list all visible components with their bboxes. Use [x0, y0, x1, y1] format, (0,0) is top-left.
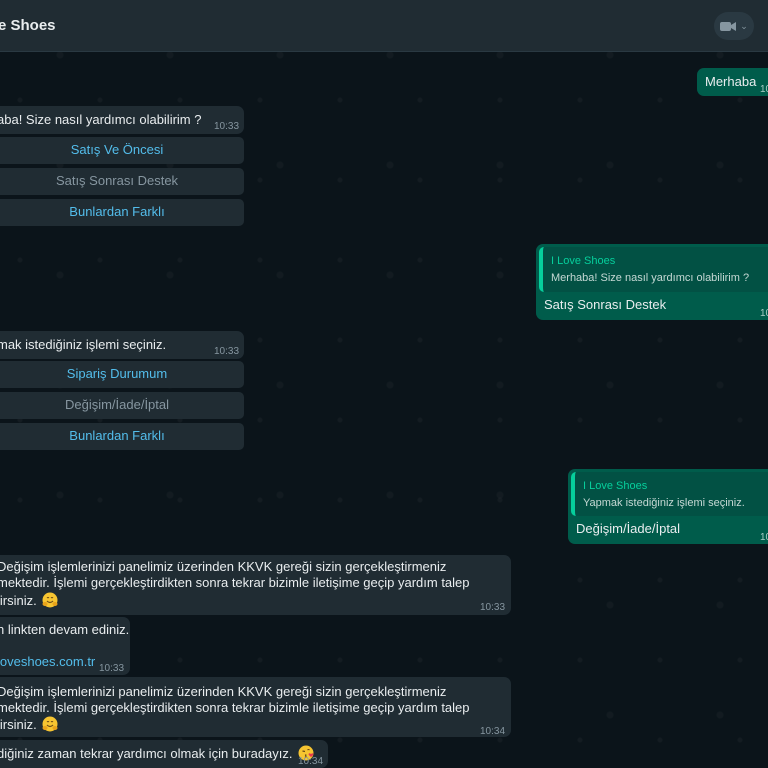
incoming-message[interactable]: Değişim işlemlerinizi panelimiz üzerinde… — [0, 677, 511, 737]
message-time: 10: — [760, 84, 768, 95]
message-text: Satış Sonrası Destek — [544, 297, 667, 312]
incoming-message[interactable]: Değişim işlemlerinizi panelimiz üzerinde… — [0, 555, 511, 615]
message-time: 10:33 — [214, 346, 240, 357]
message-line: lirsiniz. — [0, 593, 37, 608]
outgoing-reply-message[interactable]: I Love Shoes Merhaba! Size nasıl yardımc… — [536, 244, 768, 320]
option-button[interactable]: Satış Sonrası Destek — [0, 168, 244, 195]
message-line-with-emoji: diğiniz zaman tekrar yardımcı olmak için… — [0, 745, 314, 762]
quoted-sender: I Love Shoes — [583, 480, 648, 492]
option-button[interactable]: Bunlardan Farklı — [0, 423, 244, 450]
incoming-message[interactable]: mak istediğiniz işlemi seçiniz. 10:33 — [0, 331, 244, 359]
outgoing-reply-message[interactable]: I Love Shoes Yapmak istediğiniz işlemi s… — [568, 469, 768, 544]
message-line: mektedir. İşlemi gerçekleştirdikten sonr… — [0, 700, 470, 715]
option-button[interactable]: Satış Ve Öncesi — [0, 137, 244, 164]
outgoing-message[interactable]: Merhaba 10: — [697, 68, 768, 96]
contact-name[interactable]: e Shoes — [0, 17, 56, 34]
message-time: 10:34 — [298, 756, 324, 767]
video-camera-icon — [720, 21, 737, 31]
message-line: Değişim işlemlerinizi panelimiz üzerinde… — [0, 684, 447, 699]
hugging-face-emoji — [42, 716, 58, 732]
quoted-sender: I Love Shoes — [551, 255, 616, 267]
message-text: aba! Size nasıl yardımcı olabilirim ? — [0, 112, 202, 127]
video-call-button[interactable]: ⌄ — [714, 12, 754, 40]
chevron-down-icon: ⌄ — [740, 20, 748, 31]
hugging-face-emoji — [42, 592, 58, 608]
message-line: mektedir. İşlemi gerçekleştirdikten sonr… — [0, 575, 470, 590]
message-line: lirsiniz. — [0, 717, 37, 732]
message-text: Değişim/İade/İptal — [576, 521, 681, 536]
incoming-message[interactable]: aba! Size nasıl yardımcı olabilirim ? 10… — [0, 106, 244, 134]
option-button[interactable]: Bunlardan Farklı — [0, 199, 244, 226]
message-line: Değişim işlemlerinizi panelimiz üzerinde… — [0, 559, 447, 574]
incoming-message[interactable]: diğiniz zaman tekrar yardımcı olmak için… — [0, 740, 328, 768]
message-time: 10:33 — [480, 602, 506, 613]
chat-window: e Shoes ⌄ Merhaba 10: aba! Size nasıl ya… — [0, 0, 768, 768]
incoming-message[interactable]: n linkten devam ediniz. loveshoes.com.tr… — [0, 617, 130, 675]
option-button[interactable]: Değişim/İade/İptal — [0, 392, 244, 419]
quoted-text: Merhaba! Size nasıl yardımcı olabilirim … — [551, 272, 750, 284]
option-button[interactable]: Sipariş Durumum — [0, 361, 244, 388]
message-line-with-emoji: lirsiniz. — [0, 716, 58, 733]
message-text: Merhaba — [705, 74, 757, 89]
quoted-message[interactable]: I Love Shoes Yapmak istediğiniz işlemi s… — [571, 472, 768, 516]
message-time: 10 — [760, 308, 768, 319]
quoted-text: Yapmak istediğiniz işlemi seçiniz. — [583, 497, 745, 509]
quoted-message[interactable]: I Love Shoes Merhaba! Size nasıl yardımc… — [539, 247, 768, 292]
message-time: 10:33 — [214, 121, 240, 132]
message-text: n linkten devam ediniz. — [0, 622, 130, 637]
message-text: diğiniz zaman tekrar yardımcı olmak için… — [0, 746, 293, 761]
message-time: 10:33 — [99, 663, 125, 674]
message-line-with-emoji: lirsiniz. — [0, 592, 58, 609]
chat-header: e Shoes ⌄ — [0, 0, 768, 52]
message-time: 10 — [760, 532, 768, 543]
website-link[interactable]: loveshoes.com.tr — [0, 654, 95, 670]
message-time: 10:34 — [480, 726, 506, 737]
message-text: mak istediğiniz işlemi seçiniz. — [0, 337, 167, 352]
